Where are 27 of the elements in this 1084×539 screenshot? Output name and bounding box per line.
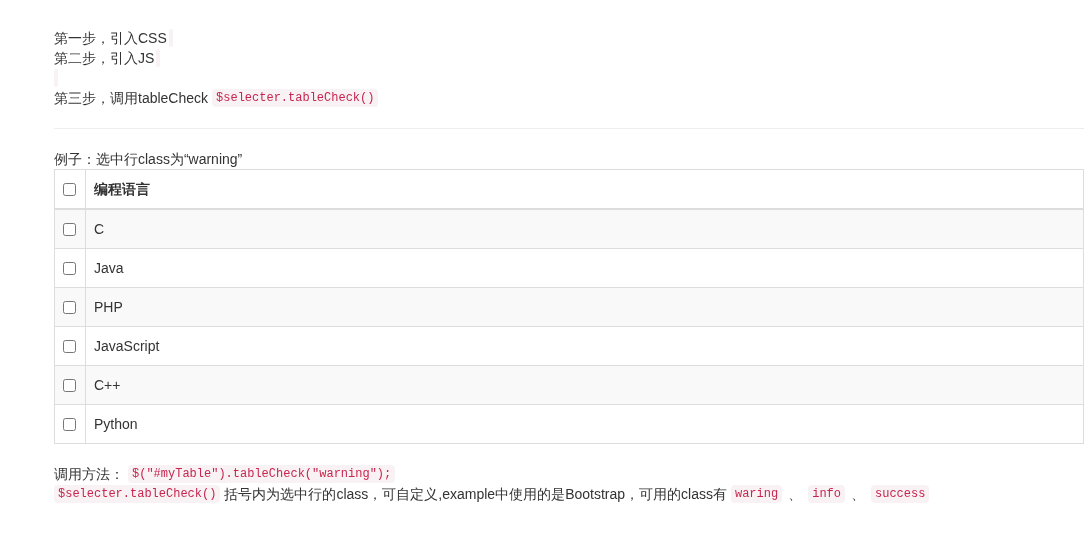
example-caption: 例子：选中行class为“warning” <box>54 150 244 169</box>
table-cell: JavaScript <box>85 326 1084 366</box>
separator-text: 、 <box>851 485 865 504</box>
code-snippet: $selecter.tableCheck() <box>54 485 221 503</box>
select-all-checkbox[interactable] <box>63 182 76 196</box>
row-checkbox[interactable] <box>63 378 76 392</box>
row-checkbox[interactable] <box>63 300 76 314</box>
code-snippet: info <box>808 485 845 503</box>
table-cell: Java <box>85 248 1084 288</box>
row-checkbox[interactable] <box>63 417 76 431</box>
separator-text: 、 <box>788 485 803 504</box>
table-cell: Python <box>85 404 1084 444</box>
row-checkbox[interactable] <box>63 261 76 275</box>
step-text: 第一步，引入CSS <box>54 29 167 48</box>
table-cell: C <box>85 209 1084 249</box>
step-text: 第二步，引入JS <box>54 49 155 68</box>
table-cell: PHP <box>85 287 1084 327</box>
code-snippet: $("#myTable").tableCheck("warning"); <box>128 465 396 483</box>
code-snippet: $selecter.tableCheck() <box>212 89 379 107</box>
table-cell: C++ <box>85 365 1084 405</box>
note-text: 括号内为选中行的class，可自定义,example中使用的是Bootstrap，可用的class有 <box>224 485 727 504</box>
code-snippet: success <box>871 485 930 503</box>
usage-label: 调用方法： <box>54 465 124 484</box>
row-checkbox[interactable] <box>63 222 76 236</box>
row-checkbox[interactable] <box>63 339 76 353</box>
code-snippet: waring <box>730 485 783 503</box>
step-text: 第三步，调用tableCheck <box>54 89 209 108</box>
